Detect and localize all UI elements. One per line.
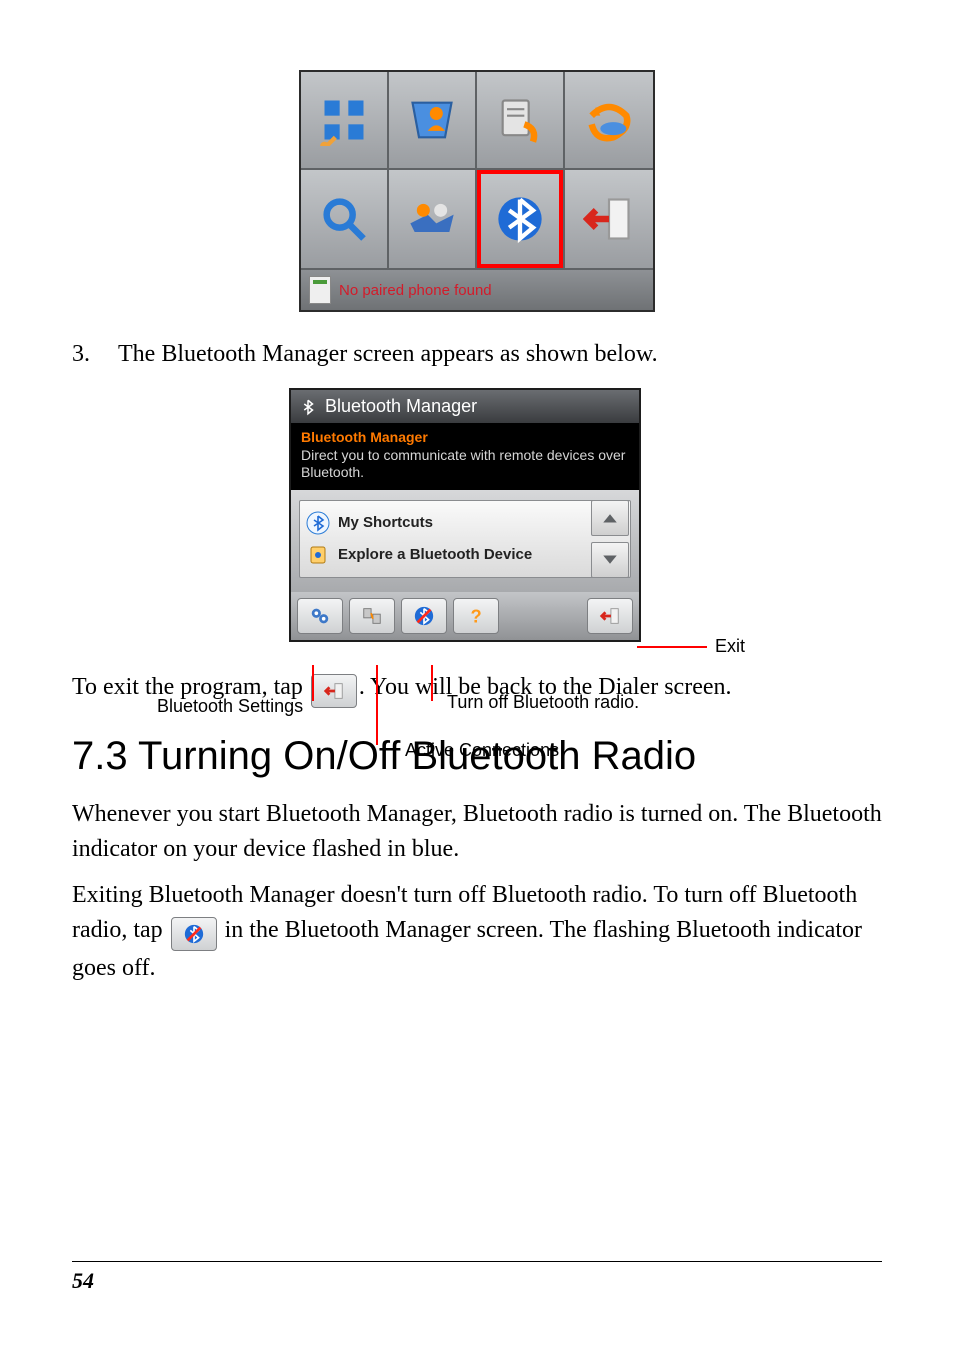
step-3: 3. The Bluetooth Manager screen appears … — [72, 338, 882, 370]
list-item-label: My Shortcuts — [338, 514, 433, 531]
bluetooth-off-icon — [181, 923, 207, 945]
connections-icon — [359, 605, 385, 627]
chevron-up-icon — [601, 511, 619, 525]
status-text: No paired phone found — [339, 282, 492, 299]
step-3-text: The Bluetooth Manager screen appears as … — [118, 338, 658, 370]
callout-exit: Exit — [715, 636, 745, 657]
call-log-icon — [477, 72, 565, 170]
handshake-icon — [389, 170, 477, 268]
page-number: 54 — [72, 1268, 94, 1293]
description-panel: Bluetooth Manager Direct you to communic… — [291, 423, 639, 490]
bluetooth-icon — [477, 170, 565, 268]
scroll-up-button[interactable] — [591, 500, 629, 536]
help-icon: ? — [463, 605, 489, 627]
window-title: Bluetooth Manager — [325, 396, 477, 417]
scroll-down-button[interactable] — [591, 542, 629, 578]
dialer-keypad-icon — [301, 72, 389, 170]
active-connections-button[interactable] — [349, 598, 395, 634]
bluetooth-title-icon — [299, 398, 317, 416]
description-heading: Bluetooth Manager — [301, 429, 629, 447]
redial-icon — [565, 72, 653, 170]
window-title-bar: Bluetooth Manager — [291, 390, 639, 423]
section-p2: Exiting Bluetooth Manager doesn't turn o… — [72, 878, 882, 986]
shortcuts-panel: My Shortcuts Explore a Bluetooth Device — [299, 500, 631, 578]
step-3-number: 3. — [72, 338, 118, 370]
bluetooth-off-icon — [411, 605, 437, 627]
gear-pair-icon — [307, 605, 333, 627]
bluetooth-settings-button[interactable] — [297, 598, 343, 634]
list-item-label: Explore a Bluetooth Device — [338, 546, 532, 563]
bluetooth-manager-screenshot: Bluetooth Manager Bluetooth Manager Dire… — [289, 388, 641, 642]
toolbar: ? — [291, 592, 639, 640]
svg-text:?: ? — [471, 605, 482, 626]
inline-back-button — [311, 674, 357, 708]
callout-connections: Active Connections — [405, 740, 559, 761]
section-p1: Whenever you start Bluetooth Manager, Bl… — [72, 797, 882, 867]
callout-settings: Bluetooth Settings — [157, 696, 303, 717]
search-icon — [301, 170, 389, 268]
explore-device-icon — [306, 543, 330, 567]
description-text: Direct you to communicate with remote de… — [301, 447, 629, 482]
callout-radio-off: Turn off Bluetooth radio. — [447, 692, 639, 713]
chevron-down-icon — [601, 553, 619, 567]
list-item[interactable]: Explore a Bluetooth Device — [306, 539, 624, 571]
inline-bluetooth-off-button — [171, 917, 217, 951]
exit-icon — [565, 170, 653, 268]
contacts-icon — [389, 72, 477, 170]
status-bar: No paired phone found — [301, 268, 653, 310]
phone-status-icon — [309, 276, 331, 304]
exit-button[interactable] — [587, 598, 633, 634]
bluetooth-radio-button[interactable] — [401, 598, 447, 634]
help-button[interactable]: ? — [453, 598, 499, 634]
dialer-grid-screenshot: No paired phone found — [299, 70, 655, 312]
bluetooth-shortcut-icon — [306, 511, 330, 535]
back-icon — [597, 605, 623, 627]
page-footer: 54 — [72, 1261, 882, 1294]
back-icon — [321, 680, 347, 702]
list-item[interactable]: My Shortcuts — [306, 507, 624, 539]
